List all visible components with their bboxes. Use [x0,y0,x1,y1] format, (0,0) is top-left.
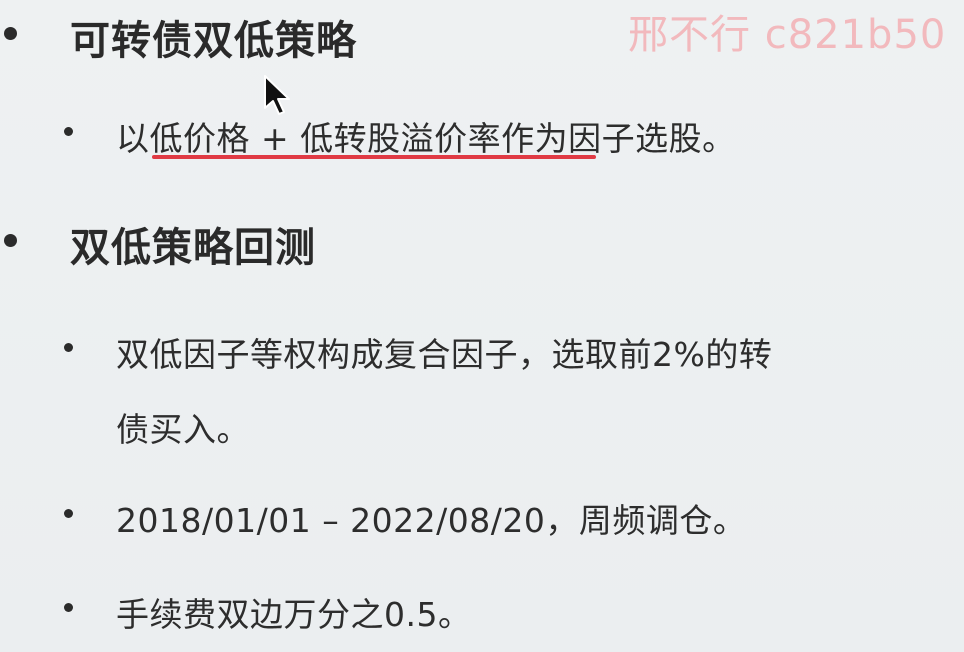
section-heading-2: 双低策略回测 [70,225,316,271]
bullet-section-2 [4,234,17,247]
watermark-text: 邢不行 c821b50 [628,12,947,58]
bullet-item-1-1 [64,127,73,136]
item-2-2-text: 2018/01/01 – 2022/08/20，周频调仓。 [116,501,747,540]
bullet-section-1 [4,27,17,40]
item-2-1-line-2: 债买入。 [116,410,250,449]
bullet-item-2-3 [64,603,73,612]
red-underline-annotation [152,155,596,159]
bullet-item-2-1 [64,343,73,352]
slide: 邢不行 c821b50 可转债双低策略 以低价格 + 低转股溢价率作为因子选股。… [0,0,964,652]
item-2-3-text: 手续费双边万分之0.5。 [116,595,472,634]
section-heading-1: 可转债双低策略 [70,18,357,64]
bullet-item-2-2 [64,509,73,518]
mouse-pointer-icon [264,75,290,115]
item-2-1-line-1: 双低因子等权构成复合因子，选取前2%的转 [116,335,773,374]
item-1-1-text: 以低价格 + 低转股溢价率作为因子选股。 [116,119,736,158]
